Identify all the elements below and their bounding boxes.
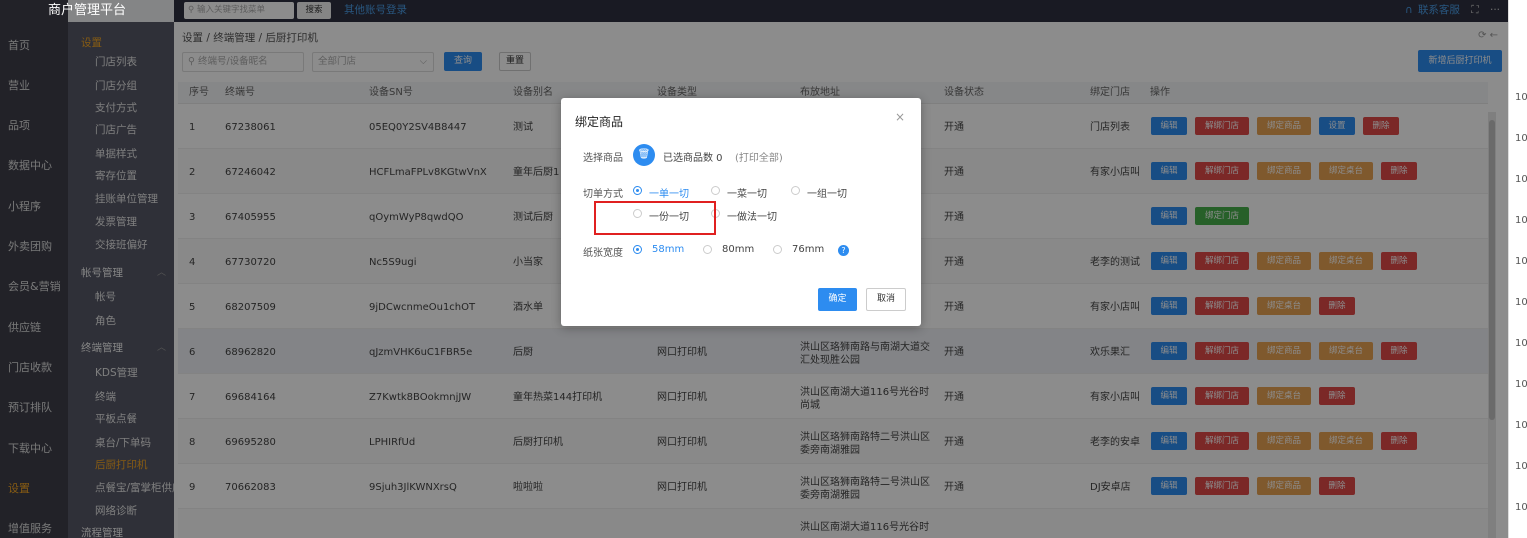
paper-width-label: 纸张宽度 xyxy=(583,248,623,259)
paper-option-label[interactable]: 76mm xyxy=(792,244,824,255)
cancel-button[interactable]: 取消 xyxy=(866,288,906,311)
right-side-strip: 10 10 10 10 10 10 10 10 10 10 10 xyxy=(1508,0,1527,538)
paper-option-label[interactable]: 80mm xyxy=(722,244,754,255)
side-strip-value: 10 xyxy=(1515,256,1527,267)
cut-option-label[interactable]: 一组一切 xyxy=(807,185,847,200)
cut-option-radio[interactable] xyxy=(711,186,720,195)
side-strip-value: 10 xyxy=(1515,174,1527,185)
side-strip-value: 10 xyxy=(1515,133,1527,144)
paper-option-radio[interactable] xyxy=(703,245,712,254)
cut-option-label[interactable]: 一菜一切 xyxy=(727,185,767,200)
side-strip-value: 10 xyxy=(1515,379,1527,390)
brand-title: 商户管理平台 xyxy=(47,3,126,18)
cut-option-radio[interactable] xyxy=(791,186,800,195)
highlight-annotation-box xyxy=(594,201,716,235)
side-strip-value: 10 xyxy=(1515,297,1527,308)
print-all-note: (打印全部) xyxy=(735,153,783,164)
selected-count: 已选商品数 0 xyxy=(663,153,723,164)
side-strip-value: 10 xyxy=(1515,502,1527,513)
paper-option-radio[interactable] xyxy=(773,245,782,254)
side-strip-value: 10 xyxy=(1515,338,1527,349)
help-icon[interactable]: ? xyxy=(838,245,849,256)
side-strip-value: 10 xyxy=(1515,461,1527,472)
close-icon[interactable]: × xyxy=(895,110,905,124)
trash-icon[interactable]: 🗑 xyxy=(633,144,655,166)
side-strip-value: 10 xyxy=(1515,92,1527,103)
paper-option-label[interactable]: 58mm xyxy=(652,244,684,255)
side-strip-value: 10 xyxy=(1515,215,1527,226)
select-products-label: 选择商品 xyxy=(583,153,623,164)
confirm-button[interactable]: 确定 xyxy=(818,288,857,311)
cut-mode-label: 切单方式 xyxy=(583,189,623,200)
cut-option-radio[interactable] xyxy=(633,186,642,195)
cut-option-label[interactable]: 一做法一切 xyxy=(727,208,777,223)
side-strip-value: 10 xyxy=(1515,420,1527,431)
cut-option-label[interactable]: 一单一切 xyxy=(649,185,689,200)
paper-option-radio[interactable] xyxy=(633,245,642,254)
modal-title: 绑定商品 xyxy=(575,115,624,129)
